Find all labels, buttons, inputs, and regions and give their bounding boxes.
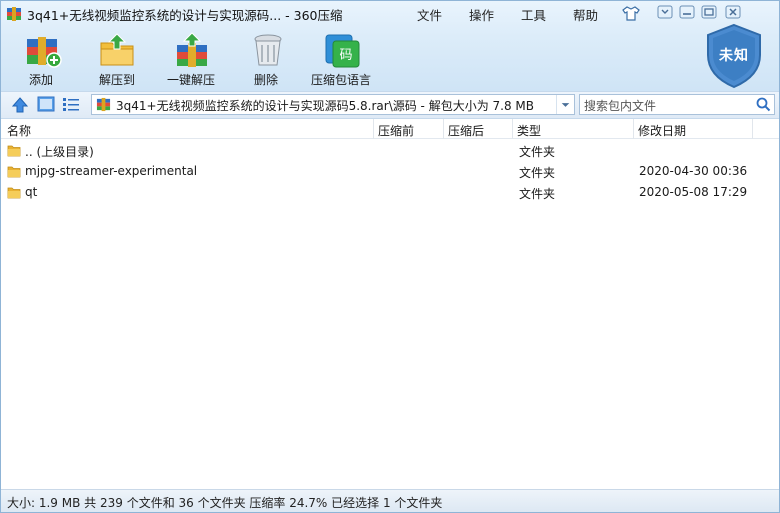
column-type[interactable]: 类型 (517, 122, 541, 139)
maximize-icon[interactable] (701, 5, 717, 19)
archive-path-icon (96, 97, 111, 112)
column-compressed-before[interactable]: 压缩前 (378, 122, 414, 139)
add-button[interactable]: 添加 (23, 31, 63, 87)
table-row[interactable]: mjpg-streamer-experimental 文件夹 2020-04-3… (1, 161, 779, 182)
app-window: 3q41+无线视频监控系统的设计与实现源码... - 360压缩 文件 操作 工… (0, 0, 780, 513)
thumbnail-view-icon[interactable] (37, 96, 55, 112)
row-type: 文件夹 (519, 145, 556, 159)
folder-icon (7, 166, 21, 178)
search-icon[interactable] (756, 97, 771, 112)
encoding-icon: 码 (325, 34, 360, 68)
folder-icon (7, 187, 21, 199)
one-click-extract-button[interactable]: 一键解压 (167, 31, 219, 87)
column-modified[interactable]: 修改日期 (638, 122, 686, 139)
window-title: 3q41+无线视频监控系统的设计与实现源码... - 360压缩 (27, 8, 343, 23)
list-view-icon[interactable] (62, 96, 80, 112)
up-arrow-icon[interactable] (11, 96, 29, 114)
skin-shirt-icon[interactable] (622, 4, 640, 22)
folder-icon (7, 145, 21, 157)
menu-file[interactable]: 文件 (417, 5, 442, 24)
row-name: qt (25, 185, 38, 199)
archive-language-button[interactable]: 码 压缩包语言 (311, 31, 375, 87)
row-type: 文件夹 (519, 187, 556, 201)
column-divider[interactable] (512, 119, 513, 139)
column-divider[interactable] (443, 119, 444, 139)
path-field[interactable]: 3q41+无线视频监控系统的设计与实现源码5.8.rar\源码 - 解包大小为 … (91, 94, 575, 115)
one-click-extract-icon (177, 32, 207, 67)
menu-operation[interactable]: 操作 (469, 5, 494, 24)
column-compressed-after[interactable]: 压缩后 (448, 122, 484, 139)
menu-help[interactable]: 帮助 (573, 5, 598, 24)
extract-to-button[interactable]: 解压到 (93, 31, 141, 87)
row-name: .. (上级目录) (25, 145, 94, 159)
chevron-down-icon[interactable] (556, 95, 574, 114)
one-click-extract-label: 一键解压 (167, 73, 216, 87)
minimize-icon[interactable] (679, 5, 695, 19)
column-divider[interactable] (752, 119, 753, 139)
path-text: 3q41+无线视频监控系统的设计与实现源码5.8.rar\源码 - 解包大小为 … (116, 99, 534, 113)
row-date: 2020-05-08 17:29 (639, 185, 748, 199)
extract-to-label: 解压到 (99, 73, 136, 87)
column-divider[interactable] (633, 119, 634, 139)
security-status-label: 未知 (719, 48, 749, 64)
column-divider[interactable] (373, 119, 374, 139)
search-input[interactable]: 搜索包内文件 (579, 94, 775, 115)
table-row[interactable]: .. (上级目录) 文件夹 (1, 140, 779, 161)
extract-folder-icon (100, 33, 134, 66)
window-menu-icon[interactable] (657, 5, 673, 19)
row-type: 文件夹 (519, 166, 556, 180)
table-row[interactable]: qt 文件夹 2020-05-08 17:29 (1, 182, 779, 203)
svg-text:码: 码 (339, 48, 352, 63)
column-name[interactable]: 名称 (7, 122, 31, 139)
add-label: 添加 (29, 73, 54, 87)
add-archive-icon (27, 37, 62, 68)
archive-app-icon (7, 7, 21, 21)
delete-button[interactable]: 删除 (248, 31, 288, 87)
trash-icon (254, 34, 282, 66)
column-header-row: 名称 压缩前 压缩后 类型 修改日期 (1, 119, 779, 139)
status-text: 大小: 1.9 MB 共 239 个文件和 36 个文件夹 压缩率 24.7% … (7, 496, 443, 510)
row-name: mjpg-streamer-experimental (25, 164, 198, 178)
menu-tools[interactable]: 工具 (521, 5, 546, 24)
close-icon[interactable] (725, 5, 741, 19)
archive-language-label: 压缩包语言 (311, 73, 372, 87)
delete-label: 删除 (254, 73, 279, 87)
search-placeholder: 搜索包内文件 (584, 99, 657, 113)
row-date: 2020-04-30 00:36 (639, 164, 748, 178)
status-bar: 大小: 1.9 MB 共 239 个文件和 36 个文件夹 压缩率 24.7% … (1, 489, 779, 512)
